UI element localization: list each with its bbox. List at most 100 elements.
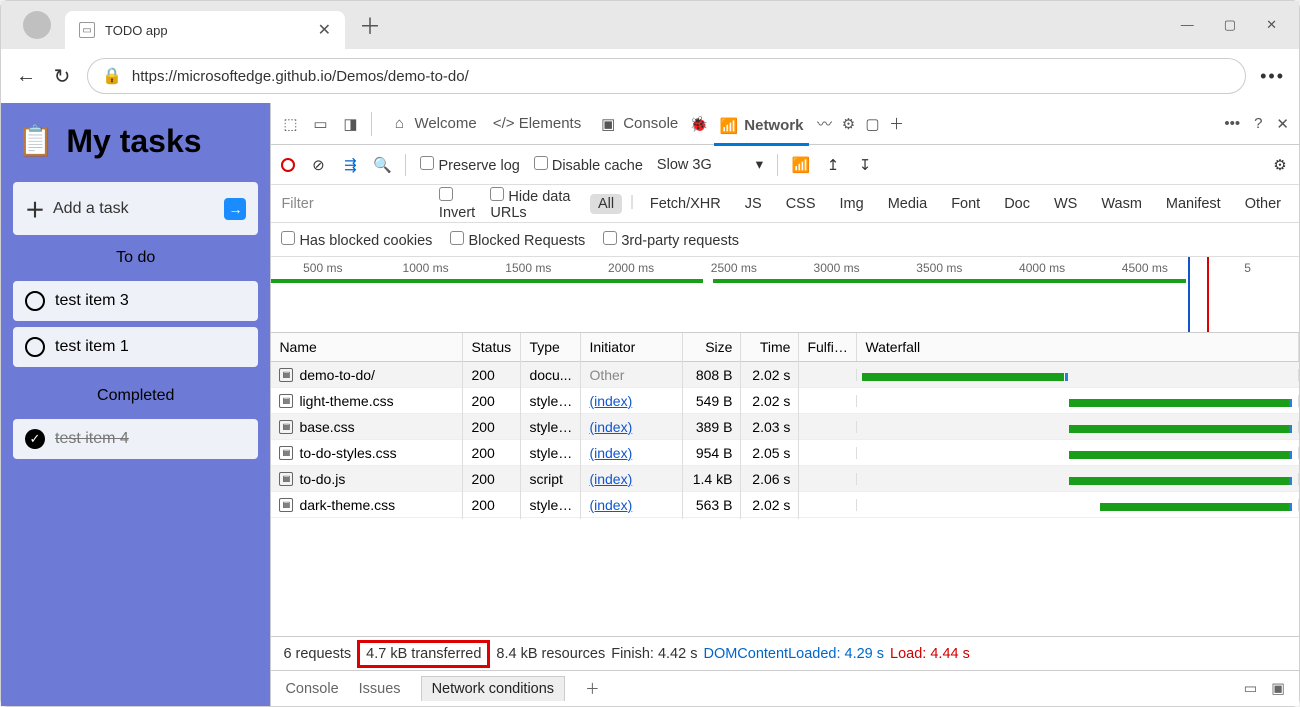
profile-avatar[interactable] bbox=[23, 11, 51, 39]
tab-elements[interactable]: </>Elements bbox=[489, 111, 588, 137]
todo-section-label: To do bbox=[13, 249, 258, 267]
clipboard-icon: 📋 bbox=[17, 124, 54, 159]
filter-toggle-icon[interactable]: ⇶ bbox=[341, 156, 359, 174]
disable-cache-checkbox[interactable]: Disable cache bbox=[534, 156, 643, 174]
blocked-cookies-checkbox[interactable]: Has blocked cookies bbox=[281, 231, 432, 249]
address-bar: ← ↻ 🔒 https://microsoftedge.github.io/De… bbox=[1, 49, 1299, 103]
network-timeline[interactable]: 500 ms1000 ms1500 ms2000 ms2500 ms3000 m… bbox=[271, 257, 1299, 333]
request-row[interactable]: ▤to-do.js200script(index)1.4 kB2.06 s bbox=[271, 466, 1299, 492]
browser-tab[interactable]: ▭ TODO app ✕ bbox=[65, 11, 345, 49]
performance-icon[interactable]: 〰 bbox=[815, 115, 833, 133]
task-item[interactable]: test item 1 bbox=[13, 327, 258, 367]
file-icon: ▤ bbox=[279, 472, 293, 486]
file-icon: ▤ bbox=[279, 420, 293, 434]
task-checked-icon[interactable]: ✓ bbox=[25, 429, 45, 449]
dcl-time: DOMContentLoaded: 4.29 s bbox=[703, 646, 884, 662]
inspect-icon[interactable]: ⬚ bbox=[281, 115, 299, 133]
devtools-more-icon[interactable]: ••• bbox=[1224, 115, 1240, 132]
request-row[interactable]: ▤to-do-styles.css200styles...(index)954 … bbox=[271, 440, 1299, 466]
network-settings-icon[interactable]: ⚙ bbox=[1271, 156, 1289, 174]
file-icon: ▤ bbox=[279, 394, 293, 408]
task-item-done[interactable]: ✓test item 4 bbox=[13, 419, 258, 459]
console-icon: ▣ bbox=[599, 115, 617, 133]
lock-icon: 🔒 bbox=[102, 66, 122, 86]
close-window-icon[interactable]: ✕ bbox=[1266, 17, 1277, 33]
filter-input[interactable]: Filter bbox=[281, 196, 426, 212]
filter-type-js[interactable]: JS bbox=[737, 194, 770, 214]
tab-title: TODO app bbox=[105, 23, 308, 38]
add-task-submit[interactable]: → bbox=[224, 198, 246, 220]
tab-close-icon[interactable]: ✕ bbox=[318, 20, 331, 40]
drawer-expand-icon[interactable]: ▣ bbox=[1271, 681, 1285, 697]
table-header[interactable]: Name Status Type Initiator Size Time Ful… bbox=[271, 333, 1299, 362]
blocked-requests-checkbox[interactable]: Blocked Requests bbox=[450, 231, 585, 249]
refresh-button[interactable]: ↻ bbox=[51, 64, 73, 89]
search-icon[interactable]: 🔍 bbox=[373, 156, 391, 174]
titlebar: ▭ TODO app ✕ ＋ — ▢ ✕ bbox=[1, 1, 1299, 49]
maximize-icon[interactable]: ▢ bbox=[1224, 17, 1236, 33]
request-row[interactable]: ▤light-theme.css200styles...(index)549 B… bbox=[271, 388, 1299, 414]
filter-type-other[interactable]: Other bbox=[1237, 194, 1289, 214]
record-button[interactable] bbox=[281, 158, 295, 172]
dock-icon[interactable]: ◨ bbox=[341, 115, 359, 133]
request-row[interactable]: ▤dark-theme.css200styles...(index)563 B2… bbox=[271, 492, 1299, 518]
browser-menu-icon[interactable]: ••• bbox=[1260, 66, 1285, 87]
third-party-checkbox[interactable]: 3rd-party requests bbox=[603, 231, 739, 249]
tab-welcome[interactable]: ⌂Welcome bbox=[384, 111, 482, 137]
task-text: test item 3 bbox=[55, 292, 129, 310]
filter-type-font[interactable]: Font bbox=[943, 194, 988, 214]
invert-checkbox[interactable]: Invert bbox=[439, 187, 478, 221]
hide-data-urls-checkbox[interactable]: Hide data URLs bbox=[490, 187, 578, 221]
drawer-console[interactable]: Console bbox=[285, 681, 338, 697]
preserve-log-checkbox[interactable]: Preserve log bbox=[420, 156, 519, 174]
filter-type-doc[interactable]: Doc bbox=[996, 194, 1038, 214]
drawer-add-icon[interactable]: ＋ bbox=[585, 678, 600, 699]
more-tabs-plus-icon[interactable]: ＋ bbox=[887, 115, 905, 133]
add-task-input[interactable]: ＋ Add a task → bbox=[13, 182, 258, 235]
request-row[interactable]: ▤base.css200styles...(index)389 B2.03 s bbox=[271, 414, 1299, 440]
filter-type-ws[interactable]: WS bbox=[1046, 194, 1085, 214]
help-icon[interactable]: ? bbox=[1254, 115, 1262, 132]
url-field[interactable]: 🔒 https://microsoftedge.github.io/Demos/… bbox=[87, 58, 1246, 94]
upload-har-icon[interactable]: ↥ bbox=[824, 156, 842, 174]
wifi-icon: 📶 bbox=[720, 117, 738, 135]
bug-icon[interactable]: 🐞 bbox=[690, 115, 708, 133]
download-har-icon[interactable]: ↧ bbox=[856, 156, 874, 174]
devtools-tabbar: ⬚ ▭ ◨ ⌂Welcome </>Elements ▣Console 🐞 📶N… bbox=[271, 103, 1299, 145]
filter-type-media[interactable]: Media bbox=[880, 194, 936, 214]
tab-network[interactable]: 📶Network bbox=[714, 113, 809, 146]
plus-icon: ＋ bbox=[25, 194, 45, 223]
task-item[interactable]: test item 3 bbox=[13, 281, 258, 321]
file-icon: ▤ bbox=[279, 446, 293, 460]
filter-type-all[interactable]: All bbox=[590, 194, 622, 214]
settings-gear-icon[interactable]: ⚙ bbox=[839, 115, 857, 133]
filter-type-css[interactable]: CSS bbox=[778, 194, 824, 214]
filter-type-manifest[interactable]: Manifest bbox=[1158, 194, 1229, 214]
devtools: ⬚ ▭ ◨ ⌂Welcome </>Elements ▣Console 🐞 📶N… bbox=[270, 103, 1299, 706]
todo-app: 📋 My tasks ＋ Add a task → To do test ite… bbox=[1, 103, 270, 706]
drawer-network-conditions[interactable]: Network conditions bbox=[421, 676, 566, 701]
back-button[interactable]: ← bbox=[15, 65, 37, 88]
clear-icon[interactable]: ⊘ bbox=[309, 156, 327, 174]
device-icon[interactable]: ▭ bbox=[311, 115, 329, 133]
task-checkbox[interactable] bbox=[25, 291, 45, 311]
drawer-computed-icon[interactable]: ▭ bbox=[1244, 681, 1258, 697]
chevron-down-icon: ▾ bbox=[756, 157, 763, 173]
finish-time: Finish: 4.42 s bbox=[611, 646, 697, 662]
filter-type-wasm[interactable]: Wasm bbox=[1093, 194, 1150, 214]
minimize-icon[interactable]: — bbox=[1181, 17, 1194, 33]
filter-type-fetch/xhr[interactable]: Fetch/XHR bbox=[642, 194, 729, 214]
throttling-dropdown[interactable]: Slow 3G ▾ bbox=[657, 157, 763, 173]
new-tab-button[interactable]: ＋ bbox=[359, 9, 381, 41]
network-conditions-icon[interactable]: 📶 bbox=[792, 156, 810, 174]
task-text: test item 1 bbox=[55, 338, 129, 356]
app-heading: 📋 My tasks bbox=[13, 115, 258, 168]
app-icon[interactable]: ▢ bbox=[863, 115, 881, 133]
tab-console[interactable]: ▣Console bbox=[593, 111, 684, 137]
elements-icon: </> bbox=[495, 115, 513, 133]
filter-type-img[interactable]: Img bbox=[832, 194, 872, 214]
devtools-close-icon[interactable]: ✕ bbox=[1276, 115, 1289, 133]
drawer-issues[interactable]: Issues bbox=[359, 681, 401, 697]
task-checkbox[interactable] bbox=[25, 337, 45, 357]
request-row[interactable]: ▤demo-to-do/200docu...Other808 B2.02 s bbox=[271, 362, 1299, 388]
